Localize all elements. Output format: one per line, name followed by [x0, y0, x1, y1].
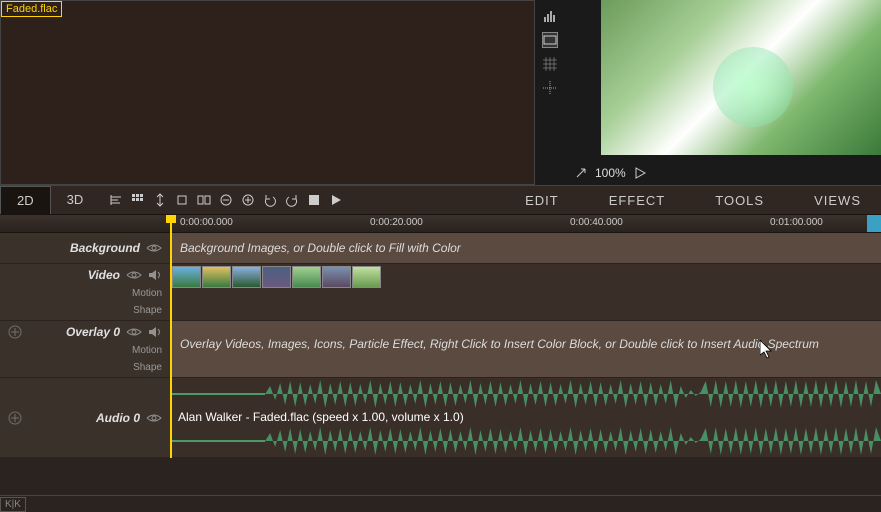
- timeline-ruler[interactable]: 0:00:00.000 0:00:20.000 0:00:40.000 0:01…: [0, 215, 881, 233]
- track-head-video[interactable]: Video Motion Shape: [0, 264, 170, 320]
- undo-icon[interactable]: [261, 191, 279, 209]
- preview-fullscreen-icon[interactable]: [575, 167, 587, 179]
- zoom-in-icon[interactable]: [239, 191, 257, 209]
- split-icon[interactable]: [195, 191, 213, 209]
- ruler-time-1: 0:00:20.000: [370, 217, 423, 228]
- audio-waveform-left: [170, 378, 881, 410]
- track-head-audio0[interactable]: Audio 0: [0, 378, 170, 457]
- media-panel[interactable]: Faded.flac: [0, 0, 535, 185]
- speaker-icon[interactable]: [148, 326, 162, 338]
- preview-crosshair-icon[interactable]: [542, 80, 558, 96]
- overlay0-placeholder: Overlay Videos, Images, Icons, Particle …: [170, 321, 881, 359]
- track-sub-shape[interactable]: Shape: [133, 362, 162, 373]
- track-label-background: Background: [70, 241, 140, 255]
- video-clip-thumb[interactable]: [172, 266, 201, 288]
- menu-edit[interactable]: EDIT: [525, 193, 559, 208]
- tab-3d[interactable]: 3D: [51, 186, 100, 214]
- preview-zoom-label: 100%: [595, 166, 626, 180]
- video-clip-thumb[interactable]: [322, 266, 351, 288]
- status-indicator: K|K: [0, 497, 26, 512]
- visibility-icon[interactable]: [126, 326, 142, 338]
- play-icon[interactable]: [327, 191, 345, 209]
- menu-effect[interactable]: EFFECT: [609, 193, 666, 208]
- speaker-icon[interactable]: [148, 269, 162, 281]
- video-clip-thumb[interactable]: [352, 266, 381, 288]
- redo-icon[interactable]: [283, 191, 301, 209]
- stop-icon[interactable]: [305, 191, 323, 209]
- track-sub-motion[interactable]: Motion: [132, 345, 162, 356]
- visibility-icon[interactable]: [146, 242, 162, 254]
- track-sub-motion[interactable]: Motion: [132, 288, 162, 299]
- main-toolbar: 2D 3D EDIT EFFECT TOOLS VIEWS: [0, 185, 881, 215]
- background-placeholder: Background Images, or Double click to Fi…: [170, 233, 881, 263]
- track-body-overlay0[interactable]: Overlay Videos, Images, Icons, Particle …: [170, 321, 881, 377]
- video-clip-thumb[interactable]: [292, 266, 321, 288]
- track-label-video: Video: [88, 268, 120, 282]
- ruler-end-marker[interactable]: [867, 215, 881, 232]
- track-head-overlay0[interactable]: Overlay 0 Motion Shape: [0, 321, 170, 377]
- audio-waveform-right: [170, 425, 881, 457]
- video-clip-thumb[interactable]: [202, 266, 231, 288]
- track-body-background[interactable]: Background Images, or Double click to Fi…: [170, 233, 881, 263]
- track-body-audio0[interactable]: Alan Walker - Faded.flac (speed x 1.00, …: [170, 378, 881, 457]
- preview-play-icon[interactable]: [634, 167, 646, 179]
- add-track-icon[interactable]: [8, 411, 22, 425]
- timeline-area: Background Background Images, or Double …: [0, 233, 881, 458]
- preview-histogram-icon[interactable]: [542, 8, 558, 24]
- grid-view-icon[interactable]: [129, 191, 147, 209]
- menu-views[interactable]: VIEWS: [814, 193, 861, 208]
- visibility-icon[interactable]: [146, 412, 162, 424]
- height-icon[interactable]: [151, 191, 169, 209]
- crop-icon[interactable]: [173, 191, 191, 209]
- add-track-icon[interactable]: [8, 325, 22, 339]
- track-head-background[interactable]: Background: [0, 233, 170, 263]
- audio-clip-label: Alan Walker - Faded.flac (speed x 1.00, …: [178, 410, 464, 424]
- media-file-label: Faded.flac: [6, 3, 57, 15]
- preview-video-frame[interactable]: [601, 0, 881, 155]
- ruler-time-3: 0:01:00.000: [770, 217, 823, 228]
- ruler-time-0: 0:00:00.000: [180, 217, 233, 228]
- preview-grid-icon[interactable]: [542, 56, 558, 72]
- track-label-overlay0: Overlay 0: [66, 325, 120, 339]
- visibility-icon[interactable]: [126, 269, 142, 281]
- media-file-item[interactable]: Faded.flac: [1, 1, 62, 17]
- preview-panel: 100%: [535, 0, 881, 185]
- menu-tools[interactable]: TOOLS: [715, 193, 764, 208]
- video-clip-thumb[interactable]: [232, 266, 261, 288]
- track-label-audio0: Audio 0: [96, 411, 140, 425]
- video-clip-thumb[interactable]: [262, 266, 291, 288]
- zoom-out-icon[interactable]: [217, 191, 235, 209]
- align-left-icon[interactable]: [107, 191, 125, 209]
- status-bar: K|K: [0, 495, 881, 509]
- preview-frame-icon[interactable]: [542, 32, 558, 48]
- ruler-time-2: 0:00:40.000: [570, 217, 623, 228]
- tab-2d[interactable]: 2D: [0, 186, 51, 214]
- track-sub-shape[interactable]: Shape: [133, 305, 162, 316]
- track-body-video[interactable]: [170, 264, 881, 320]
